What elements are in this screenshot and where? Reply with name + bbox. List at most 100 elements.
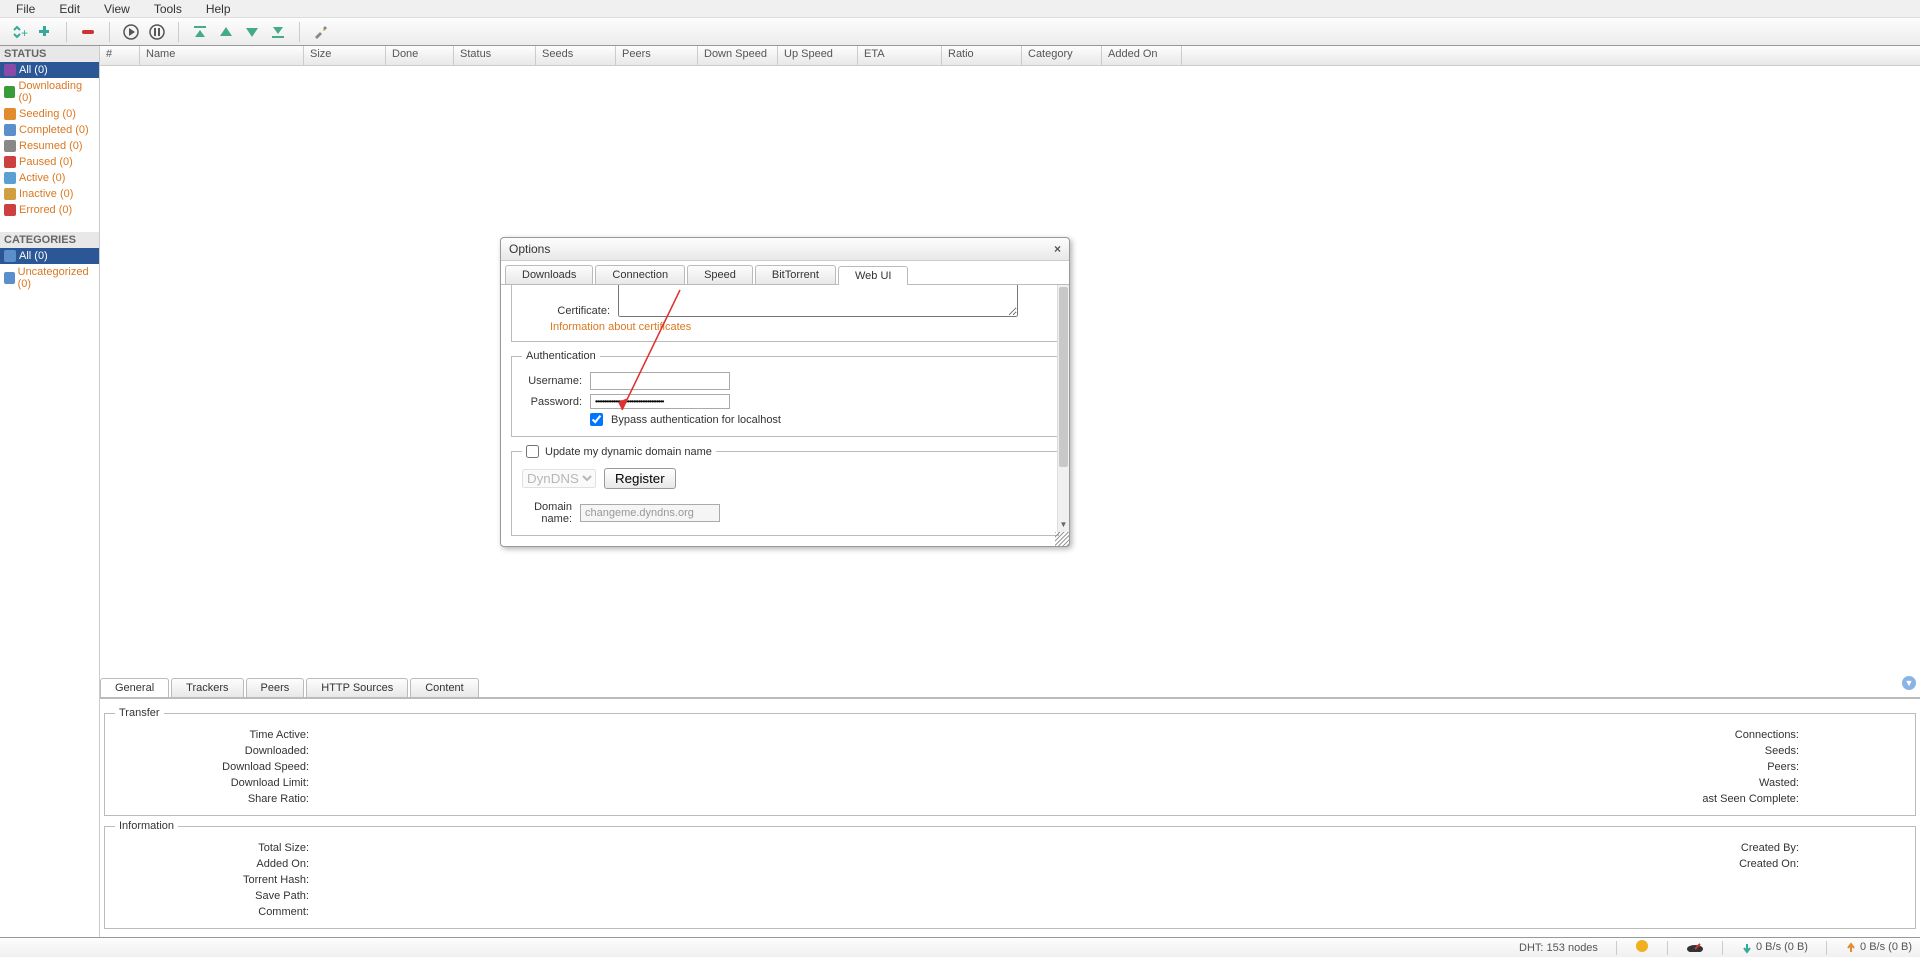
username-input[interactable] [590, 372, 730, 390]
dialog-scrollbar[interactable]: ▲ ▼ [1057, 285, 1069, 532]
sidebar-status-seeding[interactable]: Seeding (0) [0, 106, 99, 122]
tab-httpsources[interactable]: HTTP Sources [306, 678, 408, 697]
toolbar: + [0, 18, 1920, 46]
lbl-wasted: Wasted: [1505, 777, 1805, 789]
tab-content[interactable]: Content [410, 678, 479, 697]
password-input[interactable] [590, 394, 730, 409]
dialog-tabs: Downloads Connection Speed BitTorrent We… [501, 261, 1069, 285]
menu-edit[interactable]: Edit [47, 0, 92, 18]
sidebar-status-paused[interactable]: Paused (0) [0, 154, 99, 170]
sidebar-status-completed[interactable]: Completed (0) [0, 122, 99, 138]
auth-fieldset: Authentication Username: Password: Bypas… [511, 350, 1059, 437]
ddns-enable-checkbox[interactable] [526, 445, 539, 458]
tab-trackers[interactable]: Trackers [171, 678, 243, 697]
upload-speed-status[interactable]: 0 B/s (0 B) [1845, 941, 1912, 953]
dialog-resize-handle[interactable] [1055, 532, 1069, 546]
sidebar-categories-header: CATEGORIES [0, 232, 99, 248]
dlg-tab-webui[interactable]: Web UI [838, 266, 908, 285]
torrent-grid-header: # Name Size Done Status Seeds Peers Down… [100, 46, 1920, 66]
lbl-downloaded: Downloaded: [115, 745, 315, 757]
sidebar-status-all[interactable]: All (0) [0, 62, 99, 78]
move-down-icon[interactable] [241, 21, 263, 43]
sidebar-status-inactive[interactable]: Inactive (0) [0, 186, 99, 202]
cert-info-link[interactable]: Information about certificates [550, 321, 691, 333]
ddns-service-select[interactable]: DynDNS [522, 469, 596, 488]
dlg-tab-speed[interactable]: Speed [687, 265, 753, 284]
col-eta[interactable]: ETA [858, 46, 942, 65]
dlg-tab-downloads[interactable]: Downloads [505, 265, 593, 284]
sidebar-status-header: STATUS [0, 46, 99, 62]
menu-tools[interactable]: Tools [142, 0, 194, 18]
sidebar-status-downloading[interactable]: Downloading (0) [0, 78, 99, 106]
pause-icon[interactable] [146, 21, 168, 43]
lbl-certificate: Certificate: [550, 305, 610, 317]
col-addedon[interactable]: Added On [1102, 46, 1182, 65]
dlg-tab-bittorrent[interactable]: BitTorrent [755, 265, 836, 284]
col-num[interactable]: # [100, 46, 140, 65]
sidebar-status-active[interactable]: Active (0) [0, 170, 99, 186]
lbl-ddns: Update my dynamic domain name [545, 446, 712, 458]
lbl-time-active: Time Active: [115, 729, 315, 741]
lbl-added-on: Added On: [115, 858, 315, 870]
menubar: File Edit View Tools Help [0, 0, 1920, 18]
lbl-created-on: Created On: [1505, 858, 1805, 870]
information-legend: Information [115, 820, 178, 832]
download-speed-status[interactable]: 0 B/s (0 B) [1741, 941, 1808, 953]
menu-file[interactable]: File [4, 0, 47, 18]
collapse-detail-icon[interactable]: ▼ [1902, 676, 1916, 690]
sidebar-status-errored[interactable]: Errored (0) [0, 202, 99, 218]
col-category[interactable]: Category [1022, 46, 1102, 65]
play-icon[interactable] [120, 21, 142, 43]
lbl-seeds: Seeds: [1505, 745, 1805, 757]
col-downspeed[interactable]: Down Speed [698, 46, 778, 65]
altspeed-icon[interactable] [1686, 940, 1704, 955]
dialog-title-text: Options [509, 242, 550, 256]
tab-general[interactable]: General [100, 678, 169, 697]
delete-icon[interactable] [77, 21, 99, 43]
col-seeds[interactable]: Seeds [536, 46, 616, 65]
preferences-icon[interactable] [310, 21, 332, 43]
certificate-textarea[interactable] [618, 285, 1018, 317]
col-done[interactable]: Done [386, 46, 454, 65]
tab-peers[interactable]: Peers [246, 678, 305, 697]
status-dht[interactable]: DHT: 153 nodes [1519, 942, 1598, 954]
move-up-icon[interactable] [215, 21, 237, 43]
lbl-last-seen: ast Seen Complete: [1505, 793, 1805, 805]
lbl-created-by: Created By: [1505, 842, 1805, 854]
col-upspeed[interactable]: Up Speed [778, 46, 858, 65]
register-button[interactable]: Register [604, 468, 676, 489]
lbl-bypass-auth: Bypass authentication for localhost [611, 414, 781, 426]
lbl-domain-name: Domain name: [522, 501, 572, 525]
lbl-password: Password: [522, 396, 582, 408]
bypass-auth-checkbox[interactable] [590, 413, 603, 426]
menu-view[interactable]: View [92, 0, 142, 18]
sidebar-cat-uncategorized[interactable]: Uncategorized (0) [0, 264, 99, 292]
statusbar: DHT: 153 nodes 0 B/s (0 B) 0 B/s (0 B) [0, 937, 1920, 957]
move-top-icon[interactable] [189, 21, 211, 43]
lbl-save-path: Save Path: [115, 890, 315, 902]
sidebar-cat-all[interactable]: All (0) [0, 248, 99, 264]
cert-fieldset: Certificate: Information about certifica… [511, 285, 1059, 342]
col-size[interactable]: Size [304, 46, 386, 65]
move-bottom-icon[interactable] [267, 21, 289, 43]
col-ratio[interactable]: Ratio [942, 46, 1022, 65]
lbl-torrent-hash: Torrent Hash: [115, 874, 315, 886]
add-torrent-icon[interactable] [34, 21, 56, 43]
add-link-icon[interactable]: + [8, 21, 30, 43]
dialog-titlebar[interactable]: Options × [501, 238, 1069, 261]
sidebar-status-resumed[interactable]: Resumed (0) [0, 138, 99, 154]
transfer-fieldset: Transfer Time Active: Downloaded: Downlo… [104, 707, 1916, 816]
firewall-icon[interactable] [1635, 939, 1649, 956]
dlg-tab-connection[interactable]: Connection [595, 265, 685, 284]
col-name[interactable]: Name [140, 46, 304, 65]
col-peers[interactable]: Peers [616, 46, 698, 65]
auth-legend: Authentication [522, 350, 600, 362]
scroll-down-icon[interactable]: ▼ [1058, 520, 1069, 532]
transfer-legend: Transfer [115, 707, 164, 719]
close-icon[interactable]: × [1054, 242, 1061, 256]
lbl-download-limit: Download Limit: [115, 777, 315, 789]
col-status[interactable]: Status [454, 46, 536, 65]
menu-help[interactable]: Help [194, 0, 243, 18]
scrollbar-thumb[interactable] [1059, 287, 1068, 467]
domain-name-input[interactable] [580, 504, 720, 522]
